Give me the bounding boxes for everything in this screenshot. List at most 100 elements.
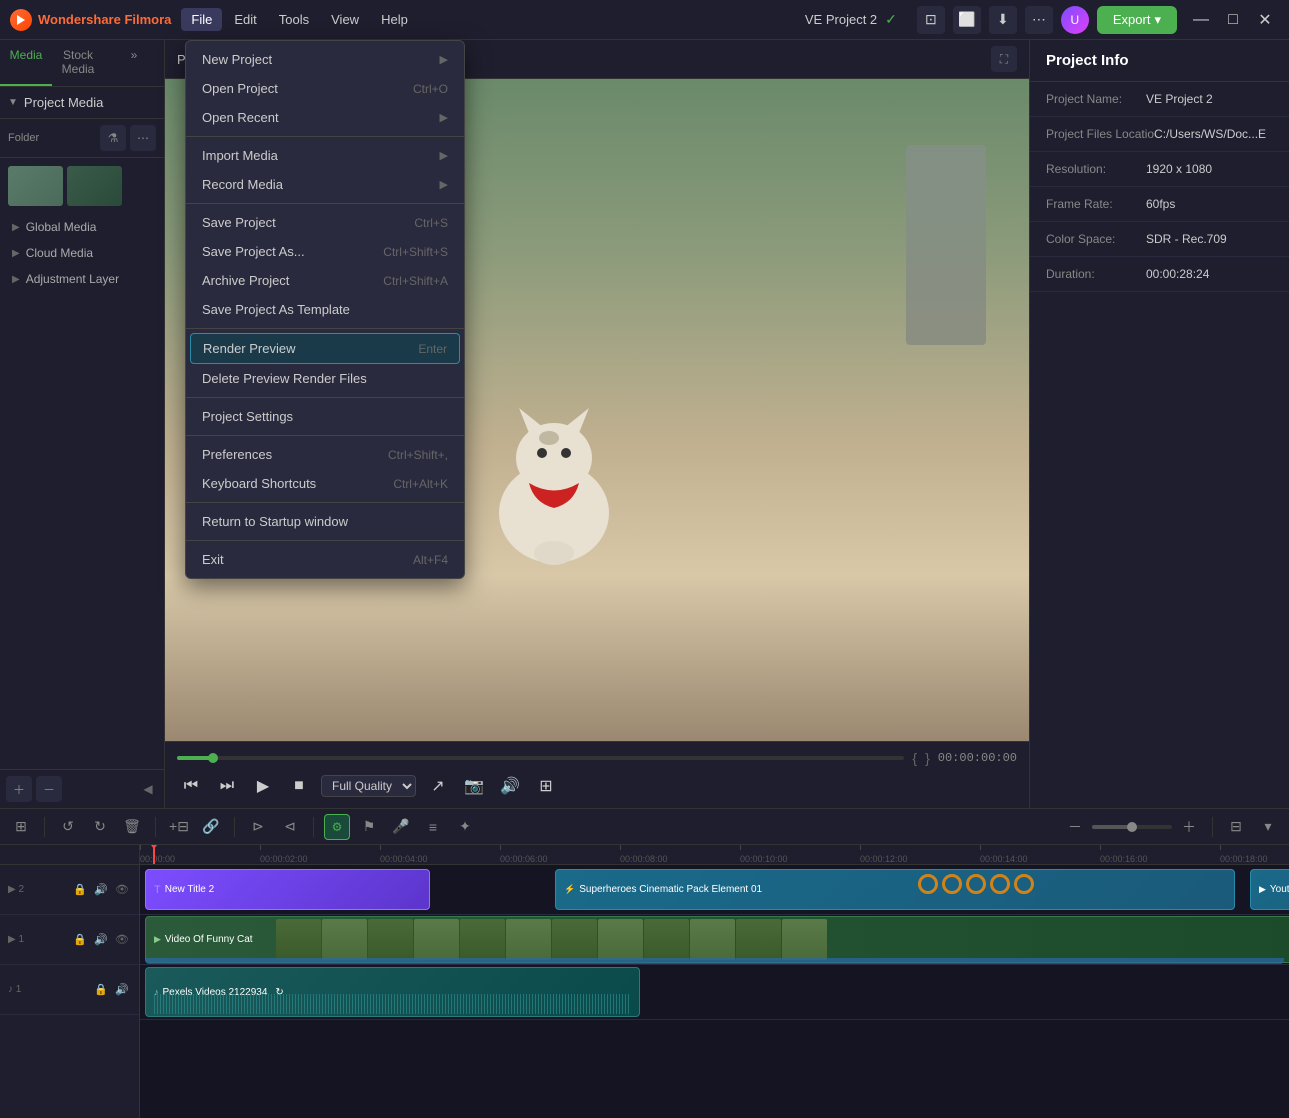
tl-snap-btn[interactable]: ⚙: [324, 814, 350, 840]
fullscreen-btn[interactable]: ⛶: [991, 46, 1017, 72]
record-btn[interactable]: ⬜: [953, 6, 981, 34]
snapshot-btn[interactable]: 📷: [460, 772, 488, 800]
menu-project-settings[interactable]: Project Settings: [186, 402, 464, 431]
ruler-spacer: [0, 845, 139, 865]
tab-stock-media[interactable]: Stock Media: [52, 40, 104, 86]
clip-video-label: Video Of Funny Cat: [165, 934, 253, 945]
tl-delete-btn[interactable]: 🗑: [119, 814, 145, 840]
bracket-right: }: [925, 750, 930, 766]
menu-view[interactable]: View: [321, 8, 369, 31]
tab-media[interactable]: Media: [0, 40, 52, 86]
user-avatar[interactable]: U: [1061, 6, 1089, 34]
tl-next-frame-btn[interactable]: ⊲: [277, 814, 303, 840]
add-media-btn[interactable]: ＋: [6, 776, 32, 802]
menu-archive-project[interactable]: Archive Project Ctrl+Shift+A: [186, 266, 464, 295]
tl-audio-btn[interactable]: 🎤: [388, 814, 414, 840]
menu-open-project[interactable]: Open Project Ctrl+O: [186, 74, 464, 103]
media-thumbnails: [0, 158, 164, 214]
tl-subtitle-btn[interactable]: ≡: [420, 814, 446, 840]
tl-ai-btn[interactable]: ✦: [452, 814, 478, 840]
tl-marker-btn[interactable]: ⚑: [356, 814, 382, 840]
menu-file[interactable]: File: [181, 8, 222, 31]
tree-item-cloud-media[interactable]: ▶ Cloud Media: [0, 240, 164, 266]
bracket-left: {: [912, 750, 917, 766]
menu-return-startup[interactable]: Return to Startup window: [186, 507, 464, 536]
menu-render-preview[interactable]: Render Preview Enter: [190, 333, 460, 364]
export-frame-btn[interactable]: ↗: [424, 772, 452, 800]
clip-superheroes[interactable]: ⚡ Superheroes Cinematic Pack Element 01: [555, 869, 1235, 910]
ruler-mark-7: 00:00:14:00: [980, 854, 1028, 864]
track-2-lock-btn[interactable]: 🔒: [71, 881, 89, 899]
tl-zoom-controls: － ＋: [1062, 814, 1202, 840]
tl-redo-btn[interactable]: ↻: [87, 814, 113, 840]
clip-youtube-trend[interactable]: ▶ Youtube Trend...: [1250, 869, 1289, 910]
win-maximize-btn[interactable]: □: [1219, 6, 1247, 34]
menu-edit[interactable]: Edit: [224, 8, 266, 31]
track-2-mute-btn[interactable]: 🔊: [92, 881, 110, 899]
play-btn[interactable]: ▶: [249, 772, 277, 800]
menu-record-media[interactable]: Record Media ▶: [186, 170, 464, 199]
safe-zone-btn[interactable]: ⊞: [532, 772, 560, 800]
tl-layout-btn[interactable]: ⊞: [8, 814, 34, 840]
sep-3: [186, 328, 464, 329]
panel-collapse-btn[interactable]: ◀: [138, 776, 158, 802]
more-options-btn[interactable]: ⋯: [130, 125, 156, 151]
minimize-workspace-btn[interactable]: ⊡: [917, 6, 945, 34]
menu-preferences[interactable]: Preferences Ctrl+Shift+,: [186, 440, 464, 469]
audio-btn[interactable]: 🔊: [496, 772, 524, 800]
track-2-visible-btn[interactable]: 👁: [113, 881, 131, 899]
thumb-1[interactable]: [8, 166, 63, 206]
track-label-2: ▶ 2 🔒 🔊 👁: [0, 865, 139, 915]
menu-save-project-as[interactable]: Save Project As... Ctrl+Shift+S: [186, 237, 464, 266]
menu-import-media[interactable]: Import Media ▶: [186, 141, 464, 170]
track-1-visible-btn[interactable]: 👁: [113, 931, 131, 949]
remove-media-btn[interactable]: －: [36, 776, 62, 802]
time-display: 00:00:00:00: [938, 751, 1017, 765]
menu-delete-preview[interactable]: Delete Preview Render Files: [186, 364, 464, 393]
stop-btn[interactable]: ■: [285, 772, 313, 800]
win-close-btn[interactable]: ✕: [1251, 6, 1279, 34]
tab-more[interactable]: »: [104, 40, 164, 86]
thumb-2[interactable]: [67, 166, 122, 206]
tl-more-btn[interactable]: ▾: [1255, 814, 1281, 840]
track-1-mute-btn[interactable]: 🔊: [92, 931, 110, 949]
menu-help[interactable]: Help: [371, 8, 418, 31]
menu-exit[interactable]: Exit Alt+F4: [186, 545, 464, 574]
clip-new-title[interactable]: T New Title 2: [145, 869, 430, 910]
menu-new-project[interactable]: New Project ▶: [186, 45, 464, 74]
tl-prev-frame-btn[interactable]: ⊳: [245, 814, 271, 840]
quality-select[interactable]: Full Quality: [321, 775, 416, 797]
track-audio-mute-btn[interactable]: 🔊: [113, 981, 131, 999]
title-actions: ⊡ ⬜ ⬇ ⋯ U Export ▾: [917, 6, 1177, 34]
menu-save-project[interactable]: Save Project Ctrl+S: [186, 208, 464, 237]
progress-bar[interactable]: [177, 756, 904, 760]
tl-add-track-btn[interactable]: +⊟: [166, 814, 192, 840]
zoom-slider[interactable]: [1092, 825, 1172, 829]
tree-item-global-media[interactable]: ▶ Global Media: [0, 214, 164, 240]
arrow-icon: ▶: [12, 248, 20, 259]
clip-audio-pexels[interactable]: ♪ Pexels Videos 2122934 ↻: [145, 967, 640, 1017]
tl-link-btn[interactable]: 🔗: [198, 814, 224, 840]
filter-btn[interactable]: ⚗: [100, 125, 126, 151]
settings-btn[interactable]: ⋯: [1025, 6, 1053, 34]
menu-tools[interactable]: Tools: [269, 8, 319, 31]
menu-open-recent[interactable]: Open Recent ▶: [186, 103, 464, 132]
timeline-toolbar: ⊞ ↺ ↻ 🗑 +⊟ 🔗 ⊳ ⊲ ⚙ ⚑ 🎤 ≡ ✦ － ＋ ⊟ ▾: [0, 809, 1289, 845]
tl-undo-btn[interactable]: ↺: [55, 814, 81, 840]
project-saved-icon: ✓: [885, 11, 897, 28]
track-audio-lock-btn[interactable]: 🔒: [92, 981, 110, 999]
menu-keyboard-shortcuts[interactable]: Keyboard Shortcuts Ctrl+Alt+K: [186, 469, 464, 498]
export-button[interactable]: Export ▾: [1097, 6, 1177, 34]
step-back-btn[interactable]: ⏭: [213, 772, 241, 800]
search-bar-area: Folder ⚗ ⋯: [0, 119, 164, 158]
win-minimize-btn[interactable]: —: [1187, 6, 1215, 34]
clip-video-cat[interactable]: ▶ Video Of Funny Cat: [145, 916, 1289, 963]
tl-grid-btn[interactable]: ⊟: [1223, 814, 1249, 840]
skip-back-btn[interactable]: ⏮: [177, 772, 205, 800]
tl-zoom-out-btn[interactable]: －: [1062, 814, 1088, 840]
download-btn[interactable]: ⬇: [989, 6, 1017, 34]
track-1-lock-btn[interactable]: 🔒: [71, 931, 89, 949]
menu-save-template[interactable]: Save Project As Template: [186, 295, 464, 324]
tl-zoom-in-btn[interactable]: ＋: [1176, 814, 1202, 840]
tree-item-adjustment-layer[interactable]: ▶ Adjustment Layer: [0, 266, 164, 292]
